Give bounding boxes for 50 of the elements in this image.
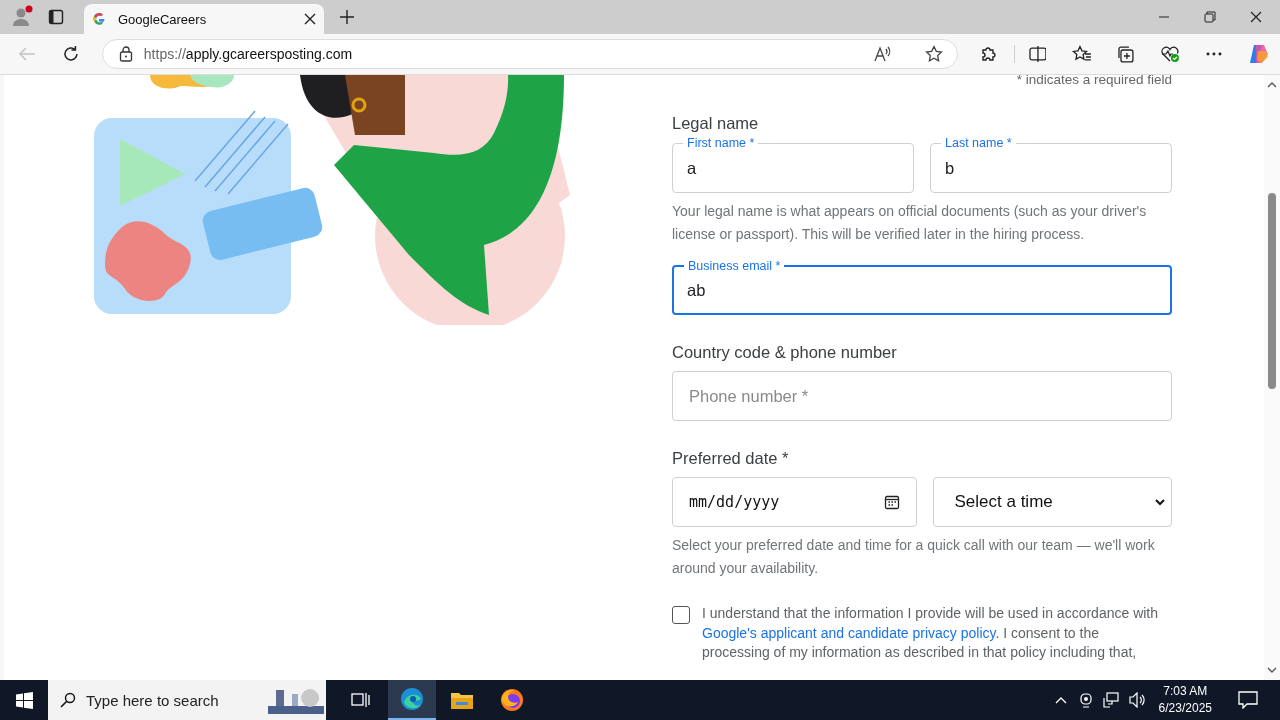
edge-icon[interactable] (400, 687, 424, 711)
section-heading: Legal name (672, 114, 760, 133)
taskbar-search-field[interactable]: Type here to search (48, 680, 326, 720)
close-icon[interactable] (1250, 11, 1262, 23)
help-text: Select your preferred date and time for a quick call with our team — we'll work around your availability. (672, 536, 1156, 578)
search-icon (60, 692, 76, 708)
scroll-down-icon[interactable] (1267, 666, 1277, 674)
start-icon[interactable] (16, 691, 33, 709)
consent-text: I understand that the information I provide will be used in accordance with Google's applicant and candidate privacy policy. I consent to the processing of my information as described in that policy including that, (702, 604, 1160, 662)
scroll-up-icon[interactable] (1267, 81, 1277, 89)
clock-time[interactable]: 7:03 AM (1163, 683, 1208, 700)
date-field[interactable]: mm/dd/yyyy (672, 477, 917, 527)
lock-icon[interactable] (118, 46, 133, 62)
read-aloud-icon[interactable] (873, 46, 892, 62)
calendar-icon[interactable] (883, 494, 900, 510)
collections-icon[interactable] (1116, 45, 1135, 63)
new-tab-icon[interactable] (340, 10, 354, 24)
more-icon[interactable] (1206, 52, 1223, 56)
browser-tab[interactable]: GoogleCareers (84, 4, 324, 34)
caret-icon (1155, 498, 1165, 506)
consent-checkbox[interactable] (672, 606, 690, 624)
network-icon[interactable] (1102, 692, 1119, 708)
extensions-icon[interactable] (979, 45, 998, 63)
chevron-up-icon[interactable] (1054, 696, 1067, 704)
section-heading: Country code & phone number (672, 343, 898, 362)
notification-icon[interactable] (1238, 691, 1258, 709)
required-note: * indicates a required field (1016, 75, 1172, 87)
google-icon (92, 12, 106, 26)
firefox-icon[interactable] (500, 688, 524, 712)
copilot-icon[interactable] (1248, 43, 1270, 65)
favorites-icon[interactable] (1072, 45, 1093, 63)
help-text: Your legal name is what appears on official documents (such as your driver's license or passport). This will be verified later in the hiring process. (672, 202, 1148, 244)
phone-field[interactable]: Phone number * (672, 371, 1172, 421)
address-bar[interactable]: https://apply.gcareersposting.com (101, 39, 958, 69)
refresh-icon[interactable] (61, 45, 80, 63)
clock-date[interactable]: 6/23/2025 (1158, 700, 1212, 717)
scrollbar-thumb[interactable] (1268, 193, 1276, 389)
time-select[interactable]: Select a time (932, 477, 1172, 527)
restore-icon[interactable] (1204, 11, 1216, 23)
health-icon[interactable] (1160, 45, 1181, 63)
star-icon[interactable] (924, 45, 943, 63)
tab-actions-icon[interactable] (48, 9, 64, 25)
profile-icon[interactable] (10, 5, 34, 29)
split-screen-icon[interactable] (1028, 46, 1047, 62)
task-view-icon[interactable] (350, 691, 370, 709)
section-heading: Preferred date * (672, 449, 790, 468)
folder-icon[interactable] (450, 690, 474, 710)
volume-icon[interactable] (1128, 692, 1147, 708)
close-icon[interactable] (304, 13, 316, 25)
url-text: https://apply.gcareersposting.com (143, 46, 353, 62)
